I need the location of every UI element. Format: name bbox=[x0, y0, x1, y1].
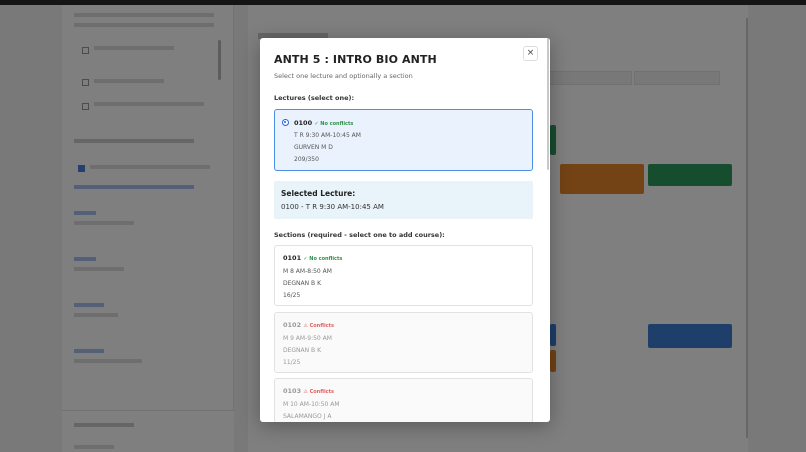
close-button[interactable]: × bbox=[523, 46, 538, 61]
section-code: 0102 bbox=[283, 321, 302, 329]
section-instructor: DEGNAN B K bbox=[283, 280, 322, 287]
section-status-badge: ⚠ Conflicts bbox=[303, 323, 334, 329]
section-option-card[interactable]: 0103 ⚠ Conflicts M 10 AM-10:50 AM SALAMA… bbox=[274, 378, 533, 422]
lecture-code: 0100 bbox=[294, 119, 313, 127]
sections-label: Sections (required - select one to add c… bbox=[274, 231, 445, 239]
section-option-card[interactable]: 0102 ⚠ Conflicts M 9 AM-9:50 AM DEGNAN B… bbox=[274, 312, 533, 373]
modal-title: ANTH 5 : INTRO BIO ANTH bbox=[274, 53, 437, 66]
lecture-status-badge: ✓ No conflicts bbox=[314, 121, 354, 127]
section-instructor: SALAMANGO J A bbox=[283, 413, 332, 420]
section-enrollment: 11/25 bbox=[283, 359, 301, 366]
close-icon: × bbox=[526, 48, 535, 58]
selected-lecture-heading: Selected Lecture: bbox=[281, 189, 356, 198]
lecture-enrollment: 209/350 bbox=[294, 156, 319, 163]
lecture-instructor: GURVEN M D bbox=[294, 144, 333, 151]
section-status-badge: ✓ No conflicts bbox=[303, 256, 343, 262]
section-instructor: DEGNAN B K bbox=[283, 347, 322, 354]
modal-scrollbar[interactable] bbox=[547, 38, 549, 170]
section-time: M 8 AM-8:50 AM bbox=[283, 268, 332, 275]
selected-lecture-value: 0100 - T R 9:30 AM-10:45 AM bbox=[281, 203, 384, 211]
section-enrollment: 16/25 bbox=[283, 292, 301, 299]
section-code: 0101 bbox=[283, 254, 302, 262]
course-select-modal: ANTH 5 : INTRO BIO ANTH Select one lectu… bbox=[260, 38, 550, 422]
section-status-badge: ⚠ Conflicts bbox=[303, 389, 334, 395]
section-time: M 10 AM-10:50 AM bbox=[283, 401, 340, 408]
lecture-radio[interactable] bbox=[282, 119, 289, 126]
modal-subtitle: Select one lecture and optionally a sect… bbox=[274, 72, 413, 80]
lecture-time: T R 9:30 AM-10:45 AM bbox=[294, 132, 361, 139]
lecture-option-card[interactable]: 0100 ✓ No conflicts T R 9:30 AM-10:45 AM… bbox=[274, 109, 533, 171]
selected-lecture-box: Selected Lecture: 0100 - T R 9:30 AM-10:… bbox=[274, 181, 533, 219]
lectures-label: Lectures (select one): bbox=[274, 94, 355, 102]
section-option-card[interactable]: 0101 ✓ No conflicts M 8 AM-8:50 AM DEGNA… bbox=[274, 245, 533, 306]
section-time: M 9 AM-9:50 AM bbox=[283, 335, 332, 342]
section-code: 0103 bbox=[283, 387, 302, 395]
